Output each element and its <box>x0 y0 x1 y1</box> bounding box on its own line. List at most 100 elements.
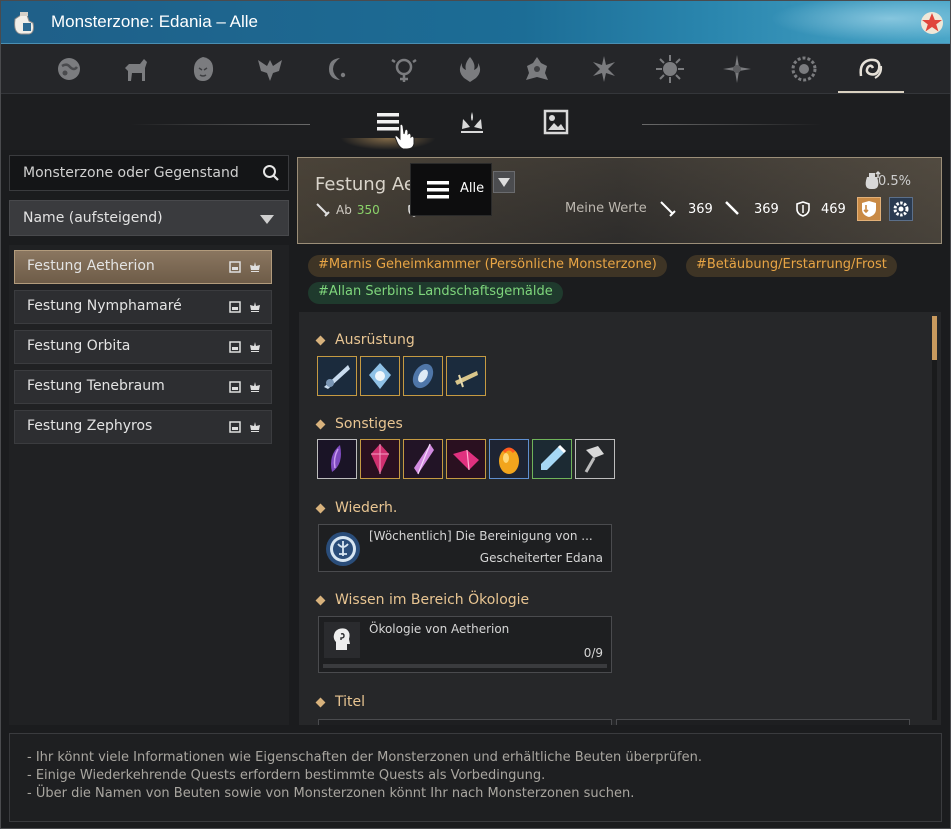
close-icon[interactable] <box>918 9 946 37</box>
horse-icon <box>125 59 147 81</box>
picture-icon <box>543 109 569 135</box>
section-title: Sonstiges <box>335 416 403 432</box>
zone-item-tenebraum[interactable]: Festung Tenebraum <box>14 370 272 404</box>
tag-secret-chamber[interactable]: #Marnis Geheimkammer (Persönliche Monste… <box>308 255 667 277</box>
spark-emblem-icon <box>723 55 751 83</box>
section-knowledge: Wissen im Bereich Ökologie <box>315 592 529 608</box>
misc-item-2[interactable] <box>360 439 400 479</box>
category-tab-planet[interactable] <box>52 52 86 86</box>
zone-item-aetherion[interactable]: Festung Aetherion <box>14 250 272 284</box>
category-tab-bell[interactable] <box>520 52 554 86</box>
title-card-1[interactable] <box>318 719 612 725</box>
quest-title: [Wöchentlich] Die Bereinigung von ... <box>369 529 593 543</box>
ornament-icon <box>361 357 399 395</box>
subtab-picture[interactable] <box>538 104 574 140</box>
zone-header-card: Festung Aetherion Ab 350 Ab 427 0.5% Mei… <box>297 157 942 244</box>
tag-crowd-control[interactable]: #Betäubung/Erstarrung/Frost <box>686 255 897 277</box>
zone-item-label: Festung Orbita <box>27 338 131 354</box>
search-icon[interactable] <box>262 164 280 182</box>
recurring-quest-card[interactable]: [Wöchentlich] Die Bereinigung von ... Ge… <box>318 524 612 572</box>
my-stats-label: Meine Werte <box>565 201 647 216</box>
category-tab-star[interactable] <box>587 52 621 86</box>
sort-dropdown[interactable]: Name (aufsteigend) <box>9 200 289 236</box>
pink-shard-icon <box>404 440 442 478</box>
window-title: Monsterzone: Edania – Alle <box>51 12 258 31</box>
list-icon <box>427 181 449 199</box>
knowledge-head-icon <box>324 622 360 658</box>
zone-item-zephyros[interactable]: Festung Zephyros <box>14 410 272 444</box>
knowledge-card[interactable]: Ökologie von Aetherion 0/9 <box>318 616 612 673</box>
footer-line: - Einige Wiederkehrende Quests erfordern… <box>27 768 546 783</box>
section-titles: Titel <box>315 694 365 710</box>
shield-alert-icon <box>862 201 876 217</box>
star-emblem-icon <box>593 56 615 82</box>
crown-icon <box>250 302 260 312</box>
category-tab-ring[interactable] <box>787 52 821 86</box>
scrollbar-thumb[interactable] <box>932 316 937 360</box>
picture-icon <box>229 381 241 393</box>
category-tab-flame[interactable] <box>453 52 487 86</box>
title-card-2[interactable] <box>616 719 910 725</box>
quest-emblem-icon <box>326 532 360 566</box>
magenta-crystal-icon <box>447 440 485 478</box>
knowledge-title: Ökologie von Aetherion <box>369 622 510 636</box>
flame-emblem-icon <box>459 57 481 82</box>
zone-item-orbita[interactable]: Festung Orbita <box>14 330 272 364</box>
my-defense-value: 469 <box>821 202 846 217</box>
tooltip-label: Alle <box>460 181 485 196</box>
category-tab-eagle[interactable] <box>253 52 287 86</box>
defense-warning-button[interactable] <box>857 197 881 221</box>
subtab-crown[interactable] <box>454 104 490 140</box>
section-title: Wiederh. <box>335 500 398 516</box>
dagger-icon <box>447 357 485 395</box>
golden-egg-icon <box>490 440 528 478</box>
section-title: Ausrüstung <box>335 332 415 348</box>
crown-icon <box>250 382 260 392</box>
hand-cursor-icon <box>394 123 415 150</box>
zone-item-label: Festung Tenebraum <box>27 378 165 394</box>
search-box <box>9 155 289 191</box>
crown-icon <box>461 112 483 133</box>
misc-item-5[interactable] <box>489 439 529 479</box>
tag-landscape-painting[interactable]: #Allan Serbins Landschaftsgemälde <box>308 282 563 304</box>
info-footer: - Ihr könnt viele Informationen wie Eige… <box>9 733 942 822</box>
category-tab-alle[interactable] <box>853 52 887 86</box>
category-tab-lion[interactable] <box>186 52 220 86</box>
blade-icon <box>318 357 356 395</box>
category-tab-moon[interactable] <box>320 52 354 86</box>
equipment-item-3[interactable] <box>403 356 443 396</box>
category-tab-sun[interactable] <box>653 52 687 86</box>
zone-item-nymphamare[interactable]: Festung Nymphamaré <box>14 290 272 324</box>
zone-dropdown-button[interactable] <box>493 171 515 193</box>
footer-line: - Ihr könnt viele Informationen wie Eige… <box>27 750 703 765</box>
knowledge-progress-bar <box>323 664 607 668</box>
diamond-bullet-icon <box>315 419 326 429</box>
category-tab-compass[interactable] <box>387 52 421 86</box>
planet-icon <box>58 58 80 80</box>
misc-item-3[interactable] <box>403 439 443 479</box>
gear-icon <box>893 201 909 217</box>
diamond-bullet-icon <box>315 595 326 605</box>
equipment-item-1[interactable] <box>317 356 357 396</box>
recommended-label: Ab <box>336 203 352 217</box>
misc-item-4[interactable] <box>446 439 486 479</box>
search-input[interactable] <box>10 156 254 190</box>
crown-icon <box>250 262 260 272</box>
hammer-icon <box>576 440 614 478</box>
picture-icon <box>229 301 241 313</box>
picture-icon <box>229 421 241 433</box>
eagle-icon <box>258 60 282 81</box>
misc-item-6[interactable] <box>532 439 572 479</box>
category-tab-spark[interactable] <box>720 52 754 86</box>
settings-button[interactable] <box>889 197 913 221</box>
misc-item-1[interactable] <box>317 439 357 479</box>
zone-item-label: Festung Zephyros <box>27 418 153 434</box>
equipment-item-2[interactable] <box>360 356 400 396</box>
drop-rate-value: 0.5% <box>877 174 911 189</box>
compass-icon <box>391 58 417 82</box>
equipment-item-4[interactable] <box>446 356 486 396</box>
scrollbar-track[interactable] <box>932 316 937 720</box>
category-tab-horse[interactable] <box>118 52 152 86</box>
section-equipment: Ausrüstung <box>315 332 415 348</box>
misc-item-7[interactable] <box>575 439 615 479</box>
